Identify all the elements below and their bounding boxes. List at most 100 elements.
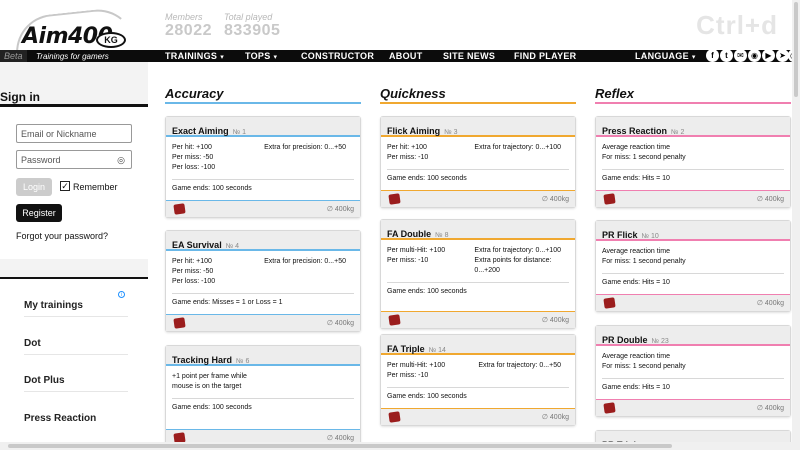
card-number: № 8 (435, 232, 449, 239)
forgot-password-link[interactable]: Forgot your password? (16, 231, 108, 241)
card-header[interactable]: PR Flick № 10 (596, 221, 790, 241)
facebook-icon[interactable]: f (706, 49, 719, 62)
members-label: Members (165, 12, 203, 22)
beta-badge: Beta (0, 50, 27, 62)
nav-site-news[interactable]: SITE NEWS (443, 50, 495, 62)
card-number: № 6 (236, 358, 250, 365)
blood-splat-icon (603, 402, 616, 414)
training-card[interactable]: FA Triple № 14 Per multi-Hit: +100 Per miss… (380, 334, 576, 426)
nav-find-player[interactable]: FIND PLAYER (514, 50, 576, 62)
register-button[interactable]: Register (16, 204, 62, 222)
sidebar-item-my-trainings[interactable]: My trainings (24, 300, 83, 311)
card-footer: ∅ 400kg (381, 190, 575, 207)
card-header[interactable]: Exact Aiming № 1 (166, 117, 360, 137)
training-card[interactable]: Flick Aiming № 3 Per hit: +100 Per miss: -1… (380, 116, 576, 208)
card-stats-right: Extra for precision: 0...+50 (264, 257, 354, 287)
card-header[interactable]: FA Triple № 14 (381, 335, 575, 355)
stat-line: Per hit: +100 (172, 258, 212, 265)
card-header[interactable]: PR Double № 23 (596, 326, 790, 346)
card-title[interactable]: Flick Aiming (387, 126, 440, 136)
twitter-icon[interactable]: t (720, 49, 733, 62)
training-card[interactable]: Tracking Hard № 6 +1 point per frame while… (165, 345, 361, 447)
stat-line: Extra for trajectory: 0...+100 (474, 247, 561, 254)
stat-line: 0...+200 (474, 267, 500, 274)
total-played-value: 833905 (224, 22, 281, 39)
card-title[interactable]: PR Double (602, 335, 648, 345)
sidebar-item-press-reaction[interactable]: Press Reaction (24, 413, 96, 424)
site-logo[interactable]: Aim400 KG (8, 5, 138, 57)
card-stats-left: Average reaction time For miss: 1 second … (602, 352, 686, 372)
card-header[interactable]: Flick Aiming № 3 (381, 117, 575, 137)
stat-line: For miss: 1 second penalty (602, 154, 686, 161)
info-icon[interactable]: i (118, 291, 125, 298)
vertical-scroll-thumb[interactable] (794, 2, 798, 97)
stat-line: +1 point per frame while (172, 373, 247, 380)
card-weight: ∅ 400kg (326, 435, 354, 442)
card-stats-right (776, 143, 784, 163)
training-card[interactable]: EA Survival № 4 Per hit: +100 Per miss: -50… (165, 230, 361, 332)
card-divider (172, 293, 354, 294)
blood-splat-icon (388, 411, 401, 423)
card-header[interactable]: Tracking Hard № 6 (166, 346, 360, 366)
card-footer: ∅ 400kg (381, 311, 575, 328)
training-card[interactable]: FA Double № 8 Per multi-Hit: +100 Per miss:… (380, 219, 576, 329)
stat-line: Average reaction time (602, 144, 670, 151)
card-stats-right: Extra for precision: 0...+50 (264, 143, 354, 173)
mail-icon[interactable]: ✉ (734, 49, 747, 62)
stat-line: Per loss: -100 (172, 278, 216, 285)
vertical-scrollbar[interactable] (792, 0, 800, 450)
card-title[interactable]: Tracking Hard (172, 355, 232, 365)
training-card[interactable]: Press Reaction № 2 Average reaction time Fo… (595, 116, 791, 208)
nav-tops[interactable]: TOPS ▾ (245, 50, 277, 64)
card-title[interactable]: Exact Aiming (172, 126, 229, 136)
column-title-reflex: Reflex (595, 86, 635, 101)
card-stats: Average reaction time For miss: 1 second … (602, 247, 784, 267)
community-icon[interactable]: ◉ (748, 49, 761, 62)
training-card[interactable]: PR Double № 23 Average reaction time For mi… (595, 325, 791, 417)
nav-constructor[interactable]: CONSTRUCTOR (301, 50, 374, 62)
password-placeholder: Password (21, 155, 61, 165)
card-header[interactable]: Press Reaction № 2 (596, 117, 790, 137)
card-weight: ∅ 400kg (756, 405, 784, 412)
training-card[interactable]: Exact Aiming № 1 Per hit: +100 Per miss: -5… (165, 116, 361, 218)
card-header[interactable]: EA Survival № 4 (166, 231, 360, 251)
card-divider (387, 387, 569, 388)
card-title[interactable]: FA Triple (387, 344, 425, 354)
password-field[interactable]: Password ◎ (16, 150, 132, 169)
stat-line: Per loss: -100 (172, 164, 216, 171)
eye-slash-icon[interactable]: ◎ (117, 155, 125, 166)
horizontal-scroll-thumb[interactable] (8, 444, 672, 448)
card-stats-left: Per hit: +100 Per miss: -50 Per loss: -100 (172, 257, 215, 287)
stat-line: mouse is on the target (172, 383, 242, 390)
card-title[interactable]: EA Survival (172, 240, 222, 250)
card-title[interactable]: FA Double (387, 229, 431, 239)
card-footer: ∅ 400kg (381, 408, 575, 425)
sidebar-item-dot[interactable]: Dot (24, 338, 41, 349)
stat-line: Per miss: -10 (387, 154, 429, 161)
horizontal-scrollbar[interactable] (0, 442, 800, 450)
stat-line: Extra for trajectory: 0...+100 (474, 144, 561, 151)
nav-trainings[interactable]: TRAININGS ▾ (165, 50, 224, 64)
card-body: Per hit: +100 Per miss: -50 Per loss: -100… (166, 251, 360, 312)
training-card[interactable]: PR Flick № 10 Average reaction time For mis… (595, 220, 791, 312)
card-header[interactable]: FA Double № 8 (381, 220, 575, 240)
card-divider (387, 169, 569, 170)
nav-about[interactable]: ABOUT (389, 50, 423, 62)
card-stats: Per hit: +100 Per miss: -10 Extra for traj… (387, 143, 569, 163)
card-footer: ∅ 400kg (596, 190, 790, 207)
card-title[interactable]: PR Flick (602, 230, 638, 240)
game-ends: Game ends: 100 seconds (387, 393, 467, 400)
card-stats: Per multi-Hit: +100 Per miss: -10 Extra fo… (387, 246, 569, 276)
stat-line: Per miss: -10 (387, 372, 429, 379)
remember-checkbox[interactable]: ✓ (60, 181, 70, 191)
nav-language[interactable]: LANGUAGE ▾ (635, 50, 696, 64)
chevron-down-icon: ▾ (220, 54, 225, 61)
youtube-icon[interactable]: ▶ (762, 49, 775, 62)
email-field[interactable]: Email or Nickname (16, 124, 132, 143)
chevron-down-icon: ▾ (273, 54, 278, 61)
card-title[interactable]: Press Reaction (602, 126, 667, 136)
sidebar-item-dot-plus[interactable]: Dot Plus (24, 375, 65, 386)
game-ends: Game ends: Hits = 10 (602, 279, 670, 286)
login-button[interactable]: Login (16, 178, 52, 196)
stat-line: Extra for precision: 0...+50 (264, 144, 346, 151)
